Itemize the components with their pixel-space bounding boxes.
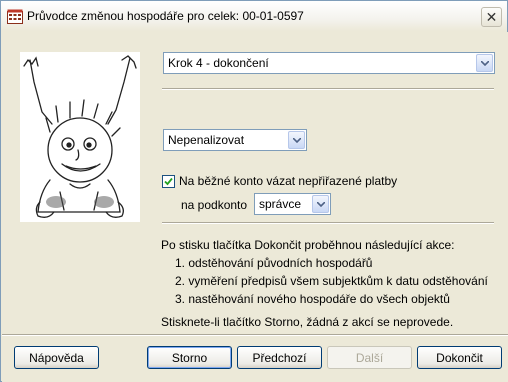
penalty-select[interactable]: Nepenalizovat (163, 129, 307, 151)
cancel-button[interactable]: Storno (147, 346, 232, 369)
info-item: 3. nastěhování nového hospodáře do všech… (175, 292, 450, 306)
previous-button[interactable]: Předchozí (237, 346, 322, 369)
check-icon (164, 177, 173, 186)
info-item: 2. vyměření předpisů všem subjektkům k d… (175, 274, 488, 288)
chevron-down-icon[interactable] (312, 195, 329, 213)
next-button[interactable]: Další (327, 346, 412, 369)
step-select[interactable]: Krok 4 - dokončení (163, 52, 495, 74)
title-bar[interactable]: Průvodce změnou hospodáře pro celek: 00-… (1, 1, 507, 31)
app-icon (7, 9, 23, 24)
bind-payments-label[interactable]: Na běžné konto vázat nepřiřazené platby (179, 174, 397, 188)
penalty-select-value: Nepenalizovat (168, 133, 245, 147)
info-intro: Po stisku tlačítka Dokončit proběhnou ná… (161, 238, 455, 252)
chevron-down-icon[interactable] (476, 54, 493, 72)
chevron-down-icon[interactable] (288, 131, 305, 149)
finish-button[interactable]: Dokončit (417, 346, 502, 369)
subaccount-select[interactable]: správce (254, 193, 331, 215)
help-button[interactable]: Nápověda (14, 346, 99, 369)
window-title: Průvodce změnou hospodáře pro celek: 00-… (27, 9, 304, 23)
separator-bottom (2, 334, 508, 336)
close-button[interactable]: ✕ (481, 7, 502, 27)
close-icon: ✕ (485, 8, 498, 25)
subaccount-select-value: správce (259, 197, 302, 211)
bind-payments-checkbox[interactable] (162, 175, 175, 188)
info-item: 1. odstěhování původních hospodářů (175, 256, 373, 270)
info-text: Po stisku tlačítka Dokončit proběhnou ná… (161, 236, 501, 331)
separator-middle (162, 222, 494, 224)
step-select-value: Krok 4 - dokončení (168, 56, 269, 70)
separator-top (162, 88, 494, 90)
wizard-body: Krok 4 - dokončení Nepenalizovat Na běžn… (2, 32, 508, 382)
subaccount-label: na podkonto (181, 198, 248, 212)
info-footer: Stisknete-li tlačítko Storno, žádná z ak… (161, 315, 454, 329)
wizard-window: Průvodce změnou hospodáře pro celek: 00-… (0, 0, 508, 382)
cartoon-illustration (20, 52, 140, 222)
